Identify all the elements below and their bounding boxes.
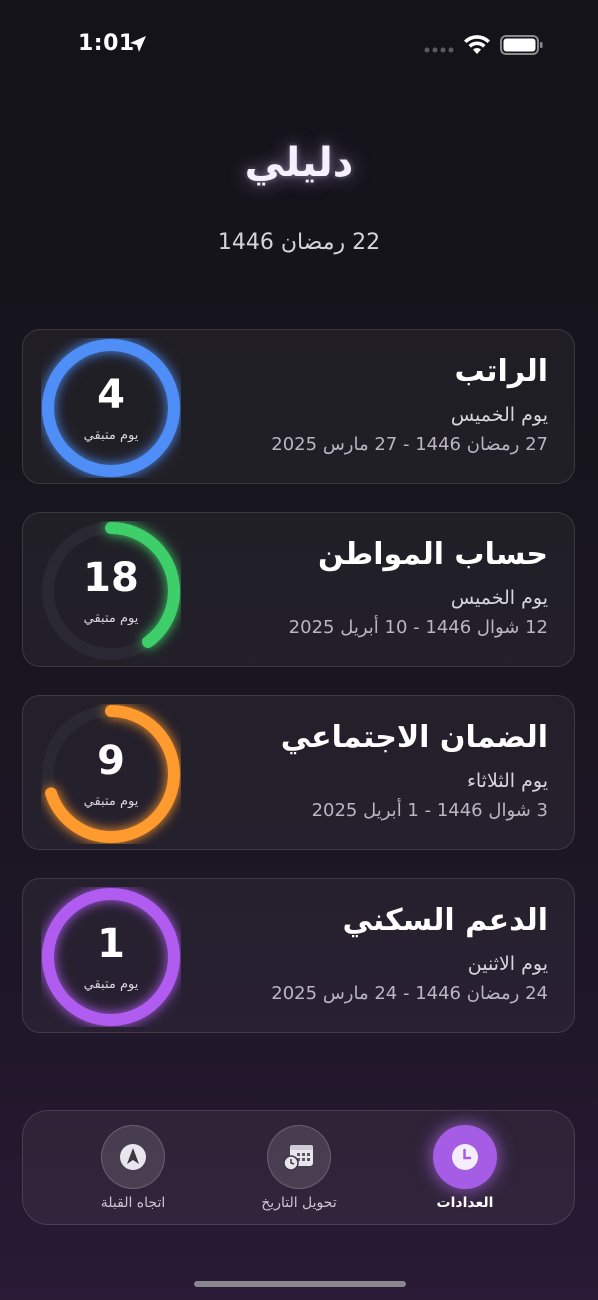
counter-day: يوم الثلاثاء bbox=[466, 770, 548, 792]
status-time: 1:01 bbox=[78, 31, 135, 56]
counter-date-range: 3 شوال 1446 - 1 أبريل 2025 bbox=[311, 800, 548, 821]
days-left: 4 bbox=[97, 372, 125, 418]
status-bar: 1:01 bbox=[0, 0, 598, 90]
counter-day: يوم الخميس bbox=[450, 404, 548, 426]
tab-qibla[interactable]: اتجاه القبلة bbox=[68, 1125, 198, 1211]
signal-dots-icon bbox=[424, 47, 454, 53]
counter-card-salary[interactable]: الراتب يوم الخميس 27 رمضان 1446 - 27 مار… bbox=[22, 329, 575, 484]
days-left: 1 bbox=[97, 921, 125, 967]
progress-ring: 4 يوم متبقي bbox=[41, 338, 181, 478]
tab-label: العدادات bbox=[436, 1195, 494, 1211]
counter-card-housing-support[interactable]: الدعم السكني يوم الاثنين 24 رمضان 1446 -… bbox=[22, 878, 575, 1033]
counter-name: الضمان الاجتماعي bbox=[280, 720, 548, 755]
tab-qibla-button[interactable] bbox=[101, 1125, 165, 1189]
counter-card-citizen-account[interactable]: حساب المواطن يوم الخميس 12 شوال 1446 - 1… bbox=[22, 512, 575, 667]
tab-date-converter-button[interactable] bbox=[267, 1125, 331, 1189]
progress-ring: 1 يوم متبقي bbox=[41, 887, 181, 1027]
counter-date-range: 27 رمضان 1446 - 27 مارس 2025 bbox=[271, 434, 548, 455]
app-title: دليلي bbox=[244, 140, 354, 186]
tab-date-converter[interactable]: تحويل التاريخ bbox=[234, 1125, 364, 1211]
progress-ring: 9 يوم متبقي bbox=[41, 704, 181, 844]
compass-icon bbox=[120, 1144, 146, 1170]
tab-label: تحويل التاريخ bbox=[261, 1195, 337, 1211]
home-indicator[interactable] bbox=[194, 1281, 406, 1287]
days-left-label: يوم متبقي bbox=[83, 977, 139, 992]
counter-name: الراتب bbox=[454, 354, 548, 389]
days-left-label: يوم متبقي bbox=[83, 611, 139, 626]
calendar-clock-icon bbox=[283, 1145, 313, 1171]
clock-icon bbox=[452, 1144, 478, 1170]
counter-day: يوم الاثنين bbox=[467, 953, 548, 975]
tab-bar: اتجاه القبلة تحويل التاريخ العدادات bbox=[22, 1110, 575, 1225]
counter-card-social-security[interactable]: الضمان الاجتماعي يوم الثلاثاء 3 شوال 144… bbox=[22, 695, 575, 850]
counter-day: يوم الخميس bbox=[450, 587, 548, 609]
tab-counters-button[interactable] bbox=[433, 1125, 497, 1189]
days-left-label: يوم متبقي bbox=[83, 794, 139, 809]
counter-date-range: 12 شوال 1446 - 10 أبريل 2025 bbox=[288, 617, 548, 638]
days-left: 18 bbox=[83, 555, 139, 601]
wifi-icon bbox=[464, 35, 490, 54]
hijri-date: 22 رمضان 1446 bbox=[217, 230, 381, 255]
tab-counters[interactable]: العدادات bbox=[400, 1125, 530, 1211]
counter-name: الدعم السكني bbox=[342, 903, 548, 938]
tab-label: اتجاه القبلة bbox=[100, 1195, 166, 1211]
counter-name: حساب المواطن bbox=[317, 537, 548, 572]
days-left-label: يوم متبقي bbox=[83, 428, 139, 443]
battery-icon bbox=[500, 35, 543, 55]
location-arrow-icon bbox=[130, 36, 146, 52]
progress-ring: 18 يوم متبقي bbox=[41, 521, 181, 661]
days-left: 9 bbox=[97, 738, 125, 784]
counter-date-range: 24 رمضان 1446 - 24 مارس 2025 bbox=[271, 983, 548, 1004]
